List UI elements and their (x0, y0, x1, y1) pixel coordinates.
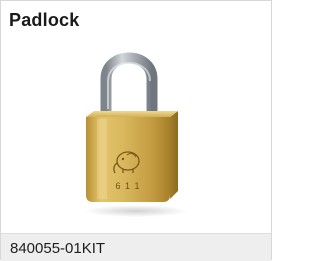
body-engraving: 6 1 1 (115, 181, 140, 191)
product-card[interactable]: Padlock 6 1 1 840055-01KIT (0, 0, 272, 261)
lock-body-top (86, 111, 178, 117)
shackle (100, 52, 158, 113)
sku-label: 840055-01KIT (10, 240, 106, 257)
product-image[interactable]: 6 1 1 (2, 39, 270, 225)
shadow (84, 205, 188, 217)
lock-body-side (170, 111, 178, 199)
product-title: Padlock (9, 10, 80, 30)
padlock-image: 6 1 1 (84, 52, 188, 217)
sku-bar: 840055-01KIT (1, 233, 271, 261)
